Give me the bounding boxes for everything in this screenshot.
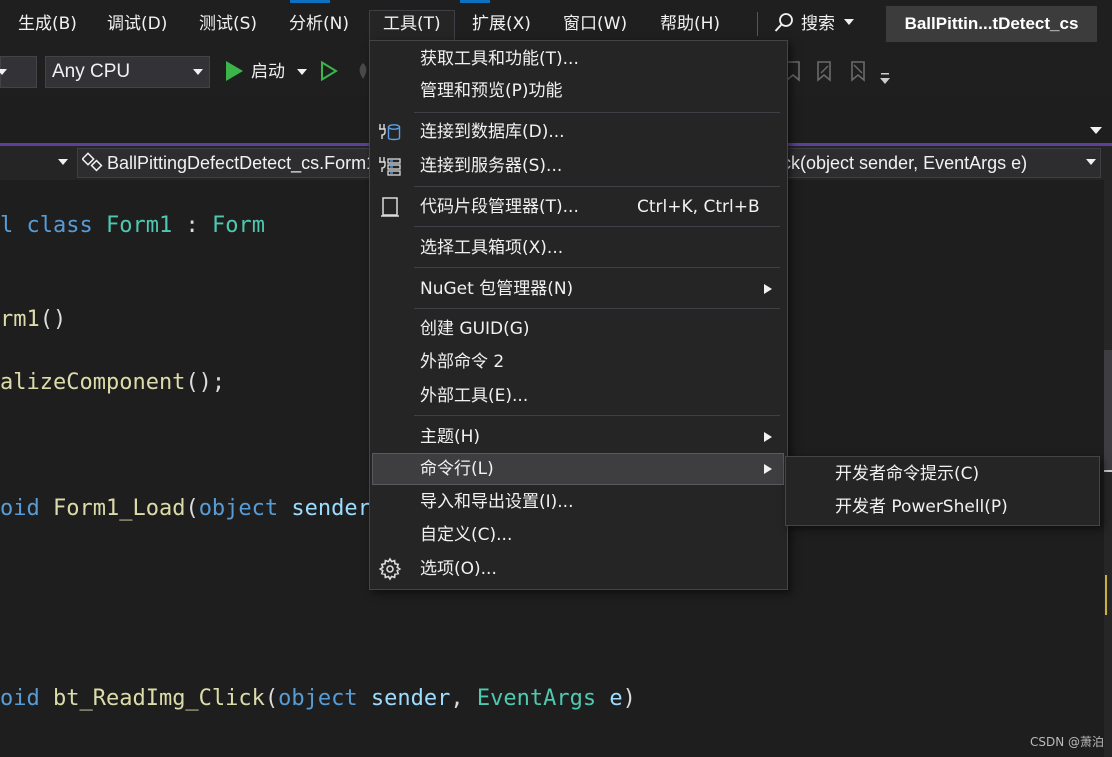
menu-analyze[interactable]: 分析(N): [289, 10, 349, 38]
menu-separator: [414, 267, 780, 268]
code-type: EventArgs: [476, 686, 597, 711]
code-param: e: [596, 686, 623, 711]
code-line: oid bt_ReadImg_Click(object sender, Even…: [0, 684, 636, 714]
connect-server-icon: [379, 157, 401, 176]
code-punct: (): [39, 307, 67, 332]
connect-database-icon: [379, 124, 401, 141]
gear-icon: [378, 557, 402, 581]
code-punct: ): [622, 686, 636, 711]
chevron-down-icon[interactable]: [297, 69, 307, 75]
menu-item-external-tools[interactable]: 外部工具(E)...: [420, 382, 528, 410]
scrollbar-change-marker: [1105, 575, 1112, 615]
search-label[interactable]: 搜索: [801, 10, 835, 38]
menu-accent-line: [290, 0, 330, 3]
configuration-dropdown[interactable]: [0, 56, 37, 88]
hot-reload-icon[interactable]: [356, 62, 370, 80]
class-icon: [82, 152, 103, 172]
submenu-item-dev-command-prompt[interactable]: 开发者命令提示(C): [835, 460, 979, 488]
menu-window[interactable]: 窗口(W): [563, 10, 627, 38]
menu-item-choose-toolbox[interactable]: 选择工具箱项(X)...: [420, 234, 563, 262]
menu-test[interactable]: 测试(S): [199, 10, 257, 38]
chevron-down-icon[interactable]: [1086, 159, 1096, 165]
code-keyword: object: [278, 686, 358, 711]
code-line: oid Form1_Load(object sender,: [0, 494, 384, 524]
code-punct: (: [264, 686, 279, 711]
menu-tools[interactable]: 工具(T): [383, 10, 441, 38]
menu-item-nuget[interactable]: NuGet 包管理器(N): [420, 275, 573, 303]
toolbar-overflow-icon[interactable]: [879, 72, 891, 86]
project-dropdown-chevron-icon[interactable]: [58, 159, 68, 165]
menu-debug[interactable]: 调试(D): [107, 10, 167, 38]
start-without-debugging-icon[interactable]: [320, 61, 338, 81]
member-dropdown-value: lick(object sender, EventArgs e): [774, 153, 1028, 173]
code-punct: ,: [450, 686, 477, 711]
scrollbar-caret-marker: [1104, 470, 1112, 472]
menu-item-get-tools[interactable]: 获取工具和功能(T)...: [420, 45, 579, 73]
menu-separator: [414, 186, 780, 187]
submenu-arrow-icon: [764, 284, 772, 294]
chevron-down-icon: [193, 69, 203, 75]
chevron-down-icon[interactable]: [844, 19, 854, 25]
code-keyword: l class: [0, 213, 106, 238]
menu-separator: [414, 415, 780, 416]
menu-extensions[interactable]: 扩展(X): [472, 10, 531, 38]
menu-accent-line: [460, 0, 490, 3]
search-icon[interactable]: [773, 12, 795, 34]
code-line: l class Form1 : Form: [0, 211, 265, 241]
code-method: Form1_Load: [52, 496, 186, 521]
menu-item-options[interactable]: 选项(O)...: [420, 555, 497, 583]
shortcut-label: Ctrl+K, Ctrl+B: [637, 197, 760, 217]
code-method: bt_ReadImg_Click: [52, 686, 265, 711]
start-button[interactable]: 启动: [251, 56, 285, 88]
submenu-item-dev-powershell[interactable]: 开发者 PowerShell(P): [835, 493, 1008, 521]
menu-item-connect-server[interactable]: 连接到服务器(S)...: [420, 152, 562, 180]
menu-item-create-guid[interactable]: 创建 GUID(G): [420, 315, 530, 343]
bookmark-clear-icon[interactable]: [848, 60, 868, 82]
code-punct: :: [172, 213, 212, 238]
play-icon[interactable]: [224, 60, 244, 82]
code-type: Form: [211, 213, 265, 238]
class-dropdown-value: BallPittingDefectDetect_cs.Form1: [107, 153, 371, 173]
menu-item-connect-database[interactable]: 连接到数据库(D)...: [420, 118, 565, 146]
menu-separator: [757, 12, 758, 36]
code-param: sender: [357, 686, 451, 711]
submenu-arrow-icon: [764, 432, 772, 442]
code-keyword: oid: [0, 686, 53, 711]
code-keyword: object: [198, 496, 279, 521]
menu-item-customize[interactable]: 自定义(C)...: [420, 521, 512, 549]
menu-item-preview-features[interactable]: 管理和预览(P)功能: [420, 77, 563, 105]
solution-title: BallPittin...tDetect_cs: [886, 6, 1097, 42]
code-snippet-icon: [381, 197, 399, 217]
menu-separator: [414, 226, 780, 227]
menu-help[interactable]: 帮助(H): [660, 10, 720, 38]
code-method: alizeComponent: [0, 370, 186, 395]
scrollbar-thumb[interactable]: [1104, 350, 1112, 470]
menu-separator: [414, 308, 780, 309]
menu-item-theme[interactable]: 主题(H): [420, 423, 480, 451]
menu-item-import-export[interactable]: 导入和导出设置(I)...: [420, 488, 574, 516]
menu-item-command-line[interactable]: 命令行(L): [420, 455, 494, 483]
code-line: alizeComponent();: [0, 368, 225, 398]
code-param: sender: [278, 496, 371, 521]
code-punct: (: [185, 496, 199, 521]
code-type: Form1: [105, 213, 173, 238]
menu-item-external-command[interactable]: 外部命令 2: [420, 348, 504, 376]
menu-build[interactable]: 生成(B): [18, 10, 77, 38]
submenu-arrow-icon: [764, 464, 772, 474]
code-punct: ();: [185, 370, 226, 395]
chevron-down-icon: [0, 69, 7, 75]
watermark: CSDN @萧泊: [1030, 735, 1105, 749]
menu-item-code-snippets[interactable]: 代码片段管理器(T)...: [420, 193, 579, 221]
tab-list-chevron-icon[interactable]: [1090, 127, 1102, 135]
menu-separator: [414, 112, 780, 113]
bookmark-prev-icon[interactable]: [814, 60, 834, 82]
code-keyword: oid: [0, 496, 53, 521]
code-method: rm1: [0, 307, 40, 332]
platform-value: Any CPU: [52, 61, 131, 82]
code-line: rm1(): [0, 305, 66, 335]
